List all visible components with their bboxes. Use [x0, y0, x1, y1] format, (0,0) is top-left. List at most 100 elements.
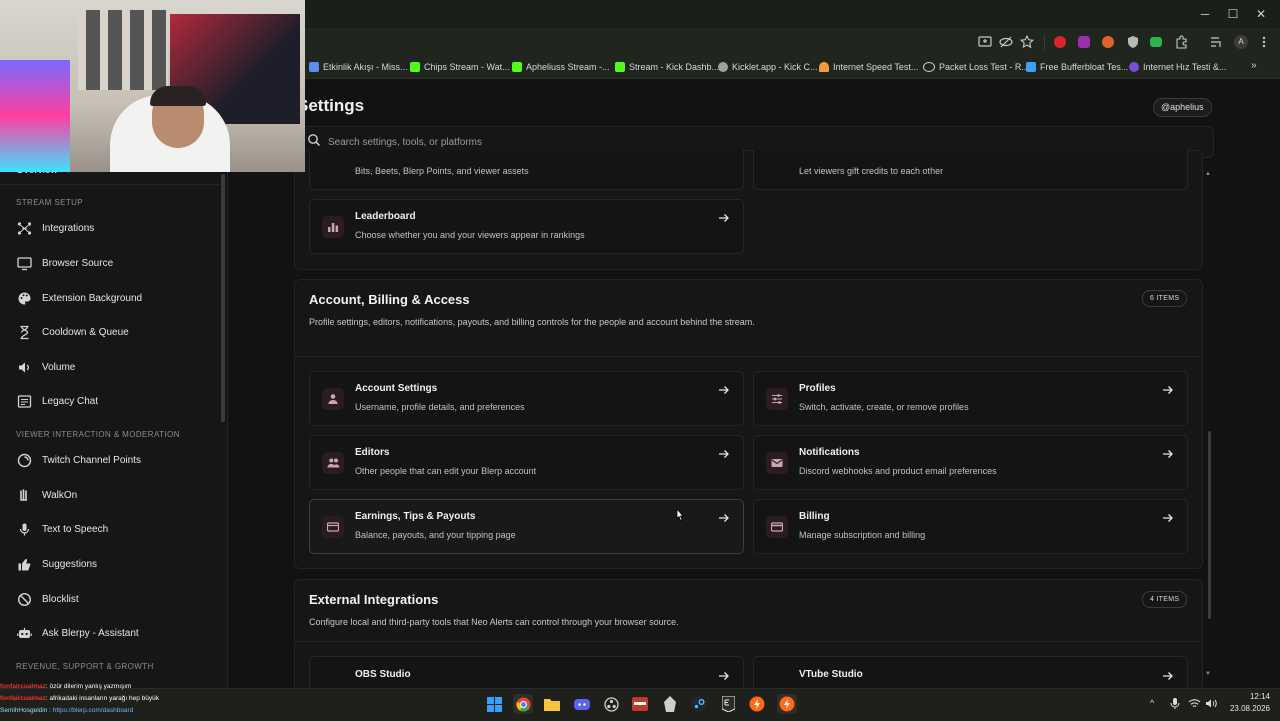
main-scrollbar[interactable]	[1208, 431, 1211, 619]
chevron-up-icon[interactable]: ^	[1150, 698, 1154, 708]
rgb-pc-case	[0, 60, 70, 172]
obs-icon[interactable]	[601, 694, 621, 714]
bookmark-item[interactable]: Kicklet.app - Kick C...	[718, 59, 818, 75]
bookmark-label: Chips Stream - Wat...	[424, 62, 510, 72]
steam-icon[interactable]	[689, 694, 709, 714]
game-launcher-icon[interactable]	[660, 694, 680, 714]
sidebar-item-browser-source[interactable]: Browser Source	[8, 248, 218, 278]
card-title: VTube Studio	[799, 669, 863, 680]
sidebar-item-text-to-speech[interactable]: Text to Speech	[8, 514, 218, 544]
scroll-up-icon[interactable]: ▲	[1205, 171, 1211, 177]
bookmark-item[interactable]: Chips Stream - Wat...	[410, 59, 510, 75]
bookmark-item[interactable]: Etkinlik Akışı - Miss...	[309, 59, 408, 75]
arrow-right-icon	[1163, 386, 1173, 394]
card-title: OBS Studio	[355, 669, 411, 680]
sidebar-item-cooldown-queue[interactable]: Cooldown & Queue	[8, 317, 218, 347]
bookmark-item[interactable]: Internet Hız Testi &...	[1129, 59, 1226, 75]
maximize-button[interactable]: ☐	[1225, 6, 1241, 22]
folder-icon[interactable]	[542, 694, 562, 714]
blerp-app-icon[interactable]	[747, 694, 767, 714]
bar-chart-icon	[322, 215, 344, 238]
thumbs-up-icon	[16, 556, 32, 572]
more-menu-icon[interactable]	[1259, 35, 1269, 49]
mouse-cursor	[676, 508, 684, 522]
card-description: Let viewers gift credits to each other	[799, 166, 944, 176]
chat-link[interactable]: https://blerp.com/dashboard	[53, 707, 134, 714]
profiles-card[interactable]: Profiles Switch, activate, create, or re…	[753, 371, 1188, 426]
leaderboard-card[interactable]: Leaderboard Choose whether you and your …	[309, 199, 744, 254]
epic-games-icon[interactable]	[718, 694, 738, 714]
bookmark-item[interactable]: Free Bufferbloat Tes...	[1026, 59, 1128, 75]
section-title: External Integrations	[309, 592, 439, 607]
taskbar-clock-time[interactable]: 12:14	[1242, 692, 1270, 701]
sidebar-item-extension-background[interactable]: Extension Background	[8, 283, 218, 313]
bookmark-label: Stream - Kick Dashb...	[629, 62, 720, 72]
notifications-card[interactable]: Notifications Discord webhooks and produ…	[753, 435, 1188, 490]
section-description: Configure local and third-party tools th…	[309, 617, 679, 627]
bookmark-item[interactable]: Stream - Kick Dashb...	[615, 59, 719, 75]
blerp-app-icon-active[interactable]	[777, 694, 797, 714]
kick-icon	[615, 62, 625, 72]
account-settings-card[interactable]: Account Settings Username, profile detai…	[309, 371, 744, 426]
voicemeeter-icon[interactable]	[630, 694, 650, 714]
chrome-icon[interactable]	[513, 694, 533, 714]
shield-extension-icon[interactable]	[1126, 35, 1140, 49]
settings-card-partial[interactable]: Bits, Beets, Blerp Points, and viewer as…	[309, 150, 744, 190]
bookmark-item[interactable]: Packet Loss Test - R...	[923, 59, 1029, 75]
media-control-icon[interactable]	[1209, 35, 1223, 49]
sidebar-section-heading: REVENUE, SUPPORT & GROWTH	[16, 662, 154, 671]
settings-card-partial[interactable]: Let viewers gift credits to each other	[753, 150, 1188, 190]
minimize-button[interactable]: ─	[1197, 6, 1213, 22]
extensions-puzzle-icon[interactable]	[1174, 35, 1188, 49]
bookmarks-overflow-icon[interactable]: »	[1251, 60, 1257, 71]
chat-icon	[16, 393, 32, 409]
extension-green-icon[interactable]	[1150, 37, 1162, 47]
mail-icon	[766, 451, 788, 474]
card-description: Other people that can edit your Blerp ac…	[355, 466, 537, 476]
extension-purple-icon[interactable]	[1078, 36, 1090, 48]
install-app-icon[interactable]	[978, 35, 992, 49]
wallet-icon	[322, 515, 344, 538]
palette-icon	[16, 290, 32, 306]
bookmark-star-icon[interactable]	[1020, 35, 1034, 49]
item-count-badge: 6 ITEMS	[1142, 290, 1188, 307]
mic-icon	[16, 521, 32, 537]
arrow-right-icon	[719, 450, 729, 458]
eye-off-icon[interactable]	[999, 35, 1013, 49]
discord-icon[interactable]	[572, 694, 592, 714]
stream-chat-overlay: fonfaircualmaz: özür dilerim yanlış yazm…	[0, 681, 300, 720]
kick-icon	[410, 62, 420, 72]
sidebar-item-legacy-chat[interactable]: Legacy Chat	[8, 386, 218, 416]
profile-avatar[interactable]: A	[1234, 35, 1248, 49]
sidebar-item-ask-blerpy[interactable]: Ask Blerpy - Assistant	[8, 618, 218, 648]
start-icon[interactable]	[484, 694, 504, 714]
extension-red-icon[interactable]	[1054, 36, 1066, 48]
sidebar-item-twitch-channel-points[interactable]: Twitch Channel Points	[8, 445, 218, 475]
sidebar-item-label: WalkOn	[42, 489, 78, 501]
close-window-button[interactable]: ✕	[1253, 6, 1269, 22]
sidebar-item-suggestions[interactable]: Suggestions	[8, 549, 218, 579]
editors-card[interactable]: Editors Other people that can edit your …	[309, 435, 744, 490]
microphone-icon[interactable]	[1170, 697, 1180, 710]
card-description: Manage subscription and billing	[799, 530, 926, 540]
account-handle-badge[interactable]: @aphelius	[1153, 98, 1212, 117]
chat-message: fonfaircualmaz: özür dilerim yanlış yazm…	[0, 681, 300, 693]
bookmark-item[interactable]: Apheliuss Stream -...	[512, 59, 610, 75]
chat-text: SemihHosgeldin :	[0, 707, 53, 714]
scroll-down-icon[interactable]: ▼	[1205, 671, 1211, 677]
item-count-badge: 4 ITEMS	[1142, 591, 1188, 608]
taskbar-clock-date[interactable]: 23.08.2026	[1226, 704, 1270, 713]
speaker-icon[interactable]	[1205, 698, 1218, 709]
billing-card[interactable]: Billing Manage subscription and billing	[753, 499, 1188, 554]
card-title: Notifications	[799, 447, 860, 458]
vtube-studio-card[interactable]: VTube Studio	[753, 656, 1188, 688]
sidebar-item-volume[interactable]: Volume	[8, 352, 218, 382]
obs-studio-card[interactable]: OBS Studio	[309, 656, 744, 688]
sidebar-item-integrations[interactable]: Integrations	[8, 213, 218, 243]
bookmark-item[interactable]: Internet Speed Test...	[819, 59, 918, 75]
wifi-icon[interactable]	[1188, 698, 1201, 709]
sidebar-scrollbar[interactable]	[221, 174, 225, 422]
sidebar-item-blocklist[interactable]: Blocklist	[8, 584, 218, 614]
extension-orange-icon[interactable]	[1102, 36, 1114, 48]
sidebar-item-walkon[interactable]: WalkOn	[8, 480, 218, 510]
